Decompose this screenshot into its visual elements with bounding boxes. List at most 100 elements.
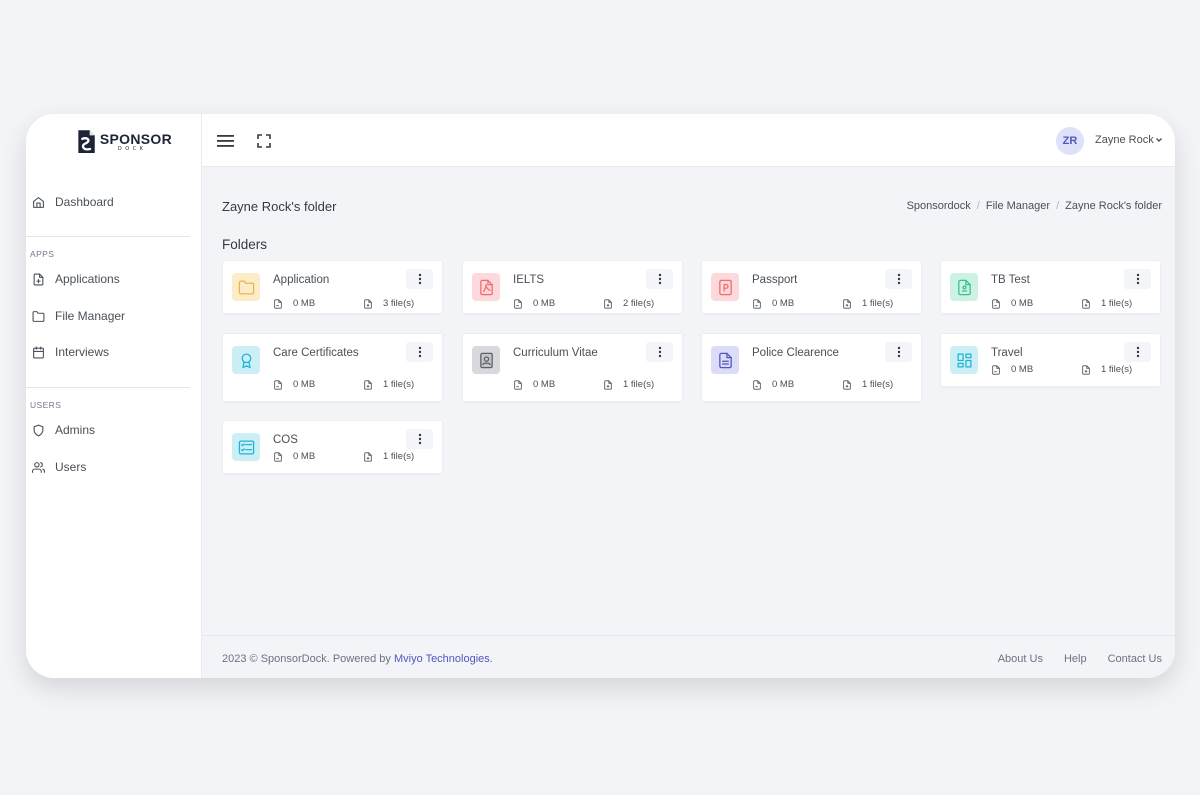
folder-file-count-value: 1 file(s) <box>383 451 415 462</box>
hamburger-icon <box>216 135 234 147</box>
sidebar-item-interviews[interactable]: Interviews <box>26 340 202 364</box>
file-text-icon <box>718 352 732 368</box>
kebab-menu-icon <box>418 273 421 285</box>
id-card-icon <box>479 352 493 368</box>
shield-icon <box>33 424 44 436</box>
folder-name: Care Certificates <box>273 347 359 359</box>
user-avatar[interactable]: ZR <box>1056 127 1084 155</box>
folder-meta: 0 MB 1 file(s) <box>273 379 414 390</box>
folder-icon <box>238 279 254 295</box>
folder-file-count: 1 file(s) <box>842 298 893 309</box>
folder-type-icon-box <box>232 433 260 461</box>
file-size-icon <box>992 364 1000 375</box>
folder-options-button[interactable] <box>885 269 912 289</box>
folder-options-button[interactable] <box>646 269 673 289</box>
file-count-icon <box>1082 364 1090 375</box>
folder-meta: 0 MB 1 file(s) <box>991 364 1132 375</box>
breadcrumb-item[interactable]: File Manager <box>986 200 1050 212</box>
folder-file-count-value: 1 file(s) <box>1101 364 1133 375</box>
folder-size: 0 MB <box>273 451 315 462</box>
folder-name: Application <box>273 274 330 286</box>
sidebar-item-applications[interactable]: Applications <box>26 267 202 291</box>
sidebar-item-label: File Manager <box>55 309 126 323</box>
folder-meta: 0 MB 2 file(s) <box>513 298 654 309</box>
folder-type-icon-box <box>711 273 739 301</box>
folder-size-value: 0 MB <box>533 298 556 309</box>
chevron-down-icon[interactable] <box>1155 136 1163 144</box>
footer-link-contact[interactable]: Contact Us <box>1108 653 1162 665</box>
sidebar-section-users: USERS <box>30 400 62 410</box>
kebab-menu-icon <box>418 433 421 445</box>
folder-options-button[interactable] <box>1124 342 1151 362</box>
folder-file-count-value: 1 file(s) <box>383 379 415 390</box>
passport-icon <box>718 279 732 295</box>
sidebar-section-apps: APPS <box>30 249 55 259</box>
sidebar-divider <box>26 387 190 388</box>
folder-file-count-value: 1 file(s) <box>623 379 655 390</box>
app-window: SPONSOR DOCK Dashboard APPS Applications… <box>26 114 1175 678</box>
folder-type-icon-box <box>232 273 260 301</box>
sidebar-item-admins[interactable]: Admins <box>26 418 202 442</box>
pdf-icon <box>479 279 493 295</box>
folder-card[interactable]: Police Clearence 0 MB 1 file(s) <box>701 333 922 402</box>
folder-card[interactable]: Application 0 MB 3 file(s) <box>222 260 443 314</box>
sidebar-item-dashboard[interactable]: Dashboard <box>26 190 202 214</box>
folder-card[interactable]: Care Certificates 0 MB 1 file(s) <box>222 333 443 402</box>
folder-size: 0 MB <box>273 298 315 309</box>
users-icon <box>32 461 45 473</box>
folder-options-button[interactable] <box>646 342 673 362</box>
folder-type-icon-box <box>950 273 978 301</box>
folder-icon <box>32 310 45 322</box>
folder-size-value: 0 MB <box>293 451 316 462</box>
sponsordock-logo-icon <box>78 130 95 153</box>
folder-file-count: 1 file(s) <box>1081 364 1132 375</box>
folder-options-button[interactable] <box>406 429 433 449</box>
folder-options-button[interactable] <box>885 342 912 362</box>
file-size-icon <box>274 451 282 462</box>
company-link[interactable]: Mviyo Technologies <box>394 653 490 665</box>
file-size-icon <box>992 298 1000 309</box>
kebab-menu-icon <box>418 346 421 358</box>
folder-options-button[interactable] <box>406 269 433 289</box>
footer-link-about[interactable]: About Us <box>998 653 1043 665</box>
file-count-icon <box>364 451 372 462</box>
folder-card[interactable]: Passport 0 MB 1 file(s) <box>701 260 922 314</box>
folder-type-icon-box <box>472 346 500 374</box>
breadcrumb: Sponsordock / File Manager / Zayne Rock'… <box>907 200 1162 212</box>
folder-card[interactable]: Travel 0 MB 1 file(s) <box>940 333 1161 387</box>
folder-meta: 0 MB 1 file(s) <box>752 298 893 309</box>
folder-options-button[interactable] <box>1124 269 1151 289</box>
folder-options-button[interactable] <box>406 342 433 362</box>
user-menu-name[interactable]: Zayne Rock <box>1095 134 1154 146</box>
menu-toggle-button[interactable] <box>214 130 236 152</box>
certificate-icon <box>241 352 251 368</box>
sidebar-item-label: Interviews <box>55 345 110 359</box>
brand-logo[interactable]: SPONSOR DOCK <box>76 124 172 160</box>
file-size-icon <box>514 298 522 309</box>
folder-name: IELTS <box>513 274 545 286</box>
folder-card[interactable]: TB Test 0 MB 1 file(s) <box>940 260 1161 314</box>
folder-size: 0 MB <box>273 379 315 390</box>
sidebar: SPONSOR DOCK Dashboard APPS Applications… <box>26 114 202 678</box>
breadcrumb-item[interactable]: Sponsordock <box>907 200 971 212</box>
sidebar-item-file-manager[interactable]: File Manager <box>26 304 202 328</box>
folder-file-count: 1 file(s) <box>363 379 414 390</box>
page-title: Zayne Rock's folder <box>222 199 337 214</box>
folder-size-value: 0 MB <box>772 379 795 390</box>
folder-card[interactable]: IELTS 0 MB 2 file(s) <box>462 260 683 314</box>
folder-card[interactable]: COS 0 MB 1 file(s) <box>222 420 443 474</box>
folder-file-count-value: 1 file(s) <box>1101 298 1133 309</box>
file-count-icon <box>604 298 612 309</box>
footer-link-help[interactable]: Help <box>1064 653 1087 665</box>
fullscreen-button[interactable] <box>253 130 275 152</box>
folder-name: Travel <box>991 347 1023 359</box>
fullscreen-icon <box>257 134 271 148</box>
folder-meta: 0 MB 3 file(s) <box>273 298 414 309</box>
folder-size: 0 MB <box>513 379 555 390</box>
sidebar-item-label: Users <box>55 460 87 474</box>
sidebar-item-users[interactable]: Users <box>26 455 202 479</box>
file-count-icon <box>843 379 851 390</box>
folder-file-count: 3 file(s) <box>363 298 414 309</box>
folder-card[interactable]: Curriculum Vitae 0 MB 1 file(s) <box>462 333 683 402</box>
file-count-icon <box>1082 298 1090 309</box>
